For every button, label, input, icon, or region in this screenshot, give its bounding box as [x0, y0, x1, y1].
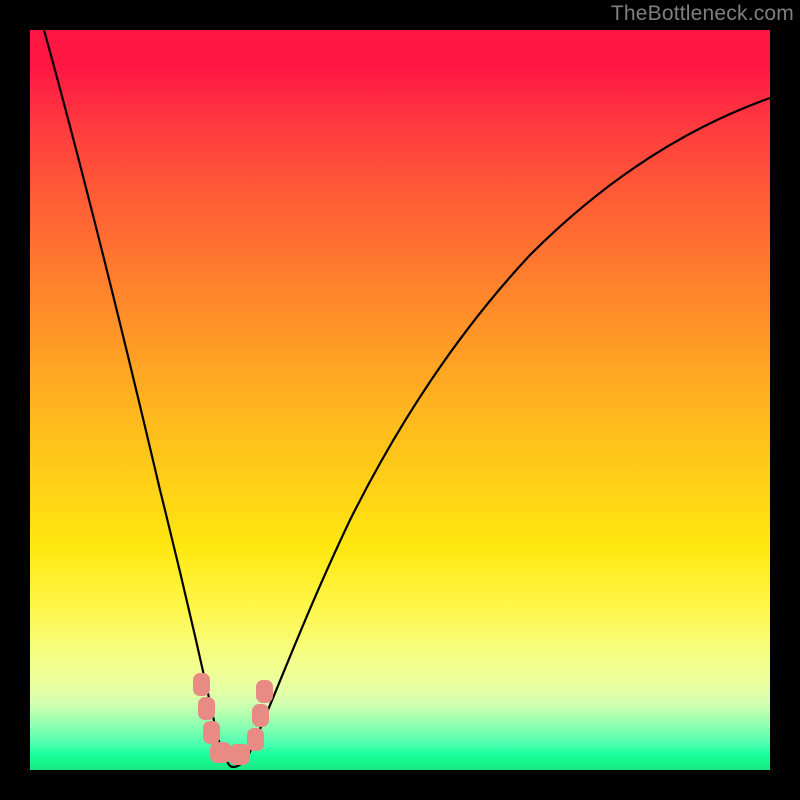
marker [210, 742, 231, 763]
marker [198, 697, 215, 720]
marker [203, 721, 220, 744]
bottleneck-curve-svg [30, 30, 770, 770]
marker [252, 704, 269, 727]
marker [229, 744, 250, 765]
plot-area [30, 30, 770, 770]
marker [247, 728, 264, 751]
watermark-text: TheBottleneck.com [611, 2, 794, 26]
marker [193, 673, 210, 696]
chart-frame: TheBottleneck.com [0, 0, 800, 800]
marker [256, 680, 273, 703]
marker-cluster [193, 673, 273, 765]
bottleneck-curve [44, 30, 770, 767]
